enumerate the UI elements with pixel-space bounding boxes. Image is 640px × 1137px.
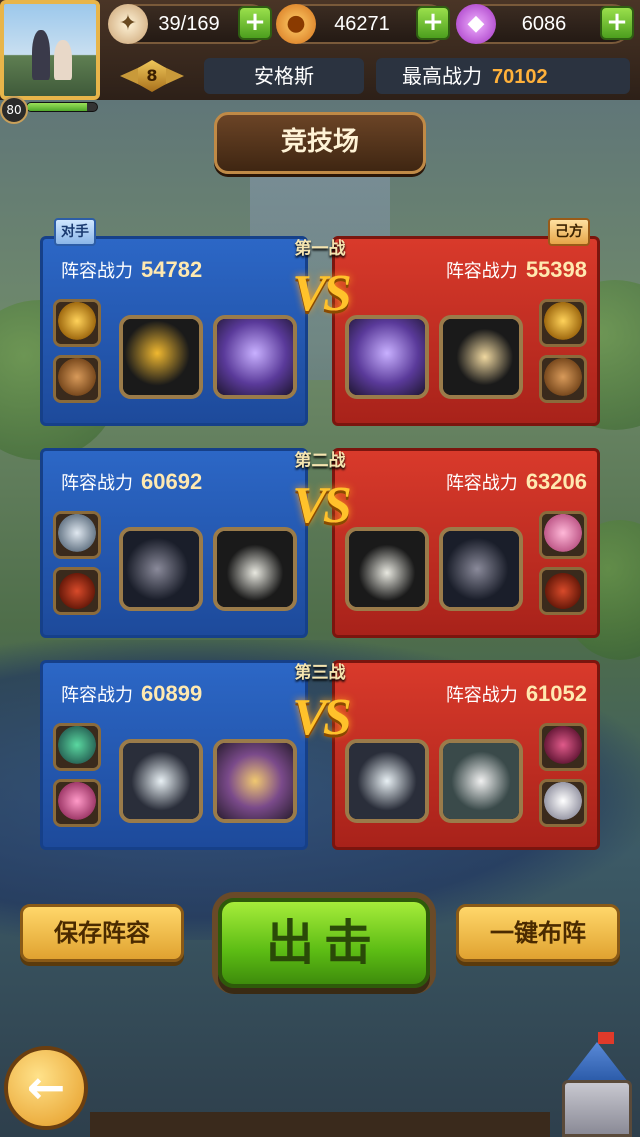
- monster-slot[interactable]: [345, 739, 429, 823]
- coin-counter: ● 46271 +: [276, 4, 450, 44]
- team-power-label: 阵容战力: [445, 261, 518, 282]
- max-power-value: 70102: [492, 66, 548, 88]
- hero-slot[interactable]: [53, 567, 101, 615]
- coin-value: 46271: [334, 13, 390, 35]
- gem-value: 6086: [521, 13, 567, 35]
- hero-slot[interactable]: [53, 299, 101, 347]
- max-power-box: 最高战力 70102: [376, 58, 630, 94]
- hero-slot[interactable]: [539, 511, 587, 559]
- own-team-panel: 阵容战力 55398: [332, 236, 600, 426]
- stamina-counter: ✦ 39/169 +: [108, 4, 272, 44]
- exp-bar: [26, 102, 98, 112]
- round-label: 第一战: [294, 239, 346, 259]
- attack-button[interactable]: 出击: [218, 898, 430, 988]
- max-power-label: 最高战力: [402, 64, 482, 88]
- add-stamina-button[interactable]: +: [238, 6, 272, 40]
- player-name: 安格斯: [204, 58, 364, 94]
- hero-slot[interactable]: [539, 779, 587, 827]
- vs-emblem: VS: [292, 477, 352, 534]
- hero-slot[interactable]: [53, 723, 101, 771]
- monster-slot[interactable]: [119, 315, 203, 399]
- castle-icon[interactable]: [554, 1032, 640, 1137]
- monster-slot[interactable]: [213, 315, 297, 399]
- team-power-value: 55398: [525, 257, 587, 282]
- team-power-value: 61052: [525, 681, 587, 706]
- player-level: 80: [0, 96, 28, 124]
- team-power-value: 60899: [141, 681, 203, 706]
- rank-badge: 8: [120, 58, 184, 94]
- opponent-team-panel: 阵容战力 54782: [40, 236, 308, 426]
- monster-slot[interactable]: [119, 739, 203, 823]
- battle-row-1: 阵容战力 54782 对手 阵容战力 55398 己方 第一战 VS: [40, 218, 600, 426]
- auto-lineup-button[interactable]: 一键布阵: [456, 904, 620, 962]
- own-tag: 己方: [548, 218, 590, 246]
- monster-slot[interactable]: [345, 315, 429, 399]
- team-power-label: 阵容战力: [445, 473, 518, 494]
- opponent-team-panel: 阵容战力 60899: [40, 660, 308, 850]
- hero-slot[interactable]: [53, 511, 101, 559]
- monster-slot[interactable]: [439, 739, 523, 823]
- round-label: 第三战: [294, 663, 346, 683]
- monster-slot[interactable]: [119, 527, 203, 611]
- team-power-label: 阵容战力: [61, 685, 133, 706]
- team-power-value: 54782: [141, 257, 203, 282]
- monster-slot[interactable]: [439, 315, 523, 399]
- hero-slot[interactable]: [53, 779, 101, 827]
- add-coin-button[interactable]: +: [416, 6, 450, 40]
- team-power-value: 63206: [525, 469, 587, 494]
- battle-row-2: 阵容战力 60692 阵容战力 63206 第二战 VS: [40, 448, 600, 638]
- hero-slot[interactable]: [539, 355, 587, 403]
- team-power-label: 阵容战力: [61, 261, 133, 282]
- coin-icon: ●: [276, 4, 316, 44]
- monster-slot[interactable]: [439, 527, 523, 611]
- gem-icon: ◆: [456, 4, 496, 44]
- rank-number: 8: [138, 60, 166, 92]
- page-title: 竞技场: [214, 112, 426, 174]
- battle-row-3: 阵容战力 60899 阵容战力 61052 第三战 VS: [40, 660, 600, 850]
- team-power-label: 阵容战力: [445, 685, 518, 706]
- team-power-label: 阵容战力: [61, 473, 133, 494]
- own-team-panel: 阵容战力 63206: [332, 448, 600, 638]
- add-gem-button[interactable]: +: [600, 6, 634, 40]
- opponent-tag: 对手: [54, 218, 96, 246]
- hero-slot[interactable]: [539, 723, 587, 771]
- own-team-panel: 阵容战力 61052: [332, 660, 600, 850]
- stamina-value: 39/169: [158, 13, 220, 35]
- round-label: 第二战: [294, 451, 346, 471]
- hero-slot[interactable]: [539, 567, 587, 615]
- monster-slot[interactable]: [213, 527, 297, 611]
- vs-emblem: VS: [292, 265, 352, 322]
- bottom-bar: [90, 1112, 550, 1137]
- hero-slot[interactable]: [53, 355, 101, 403]
- player-avatar[interactable]: [0, 0, 100, 100]
- team-power-value: 60692: [141, 469, 203, 494]
- stamina-icon: ✦: [108, 4, 148, 44]
- save-lineup-button[interactable]: 保存阵容: [20, 904, 184, 962]
- opponent-team-panel: 阵容战力 60692: [40, 448, 308, 638]
- back-arrow-icon[interactable]: ←: [4, 1046, 88, 1130]
- monster-slot[interactable]: [345, 527, 429, 611]
- hero-slot[interactable]: [539, 299, 587, 347]
- vs-emblem: VS: [292, 689, 352, 746]
- gem-counter: ◆ 6086 +: [456, 4, 634, 44]
- monster-slot[interactable]: [213, 739, 297, 823]
